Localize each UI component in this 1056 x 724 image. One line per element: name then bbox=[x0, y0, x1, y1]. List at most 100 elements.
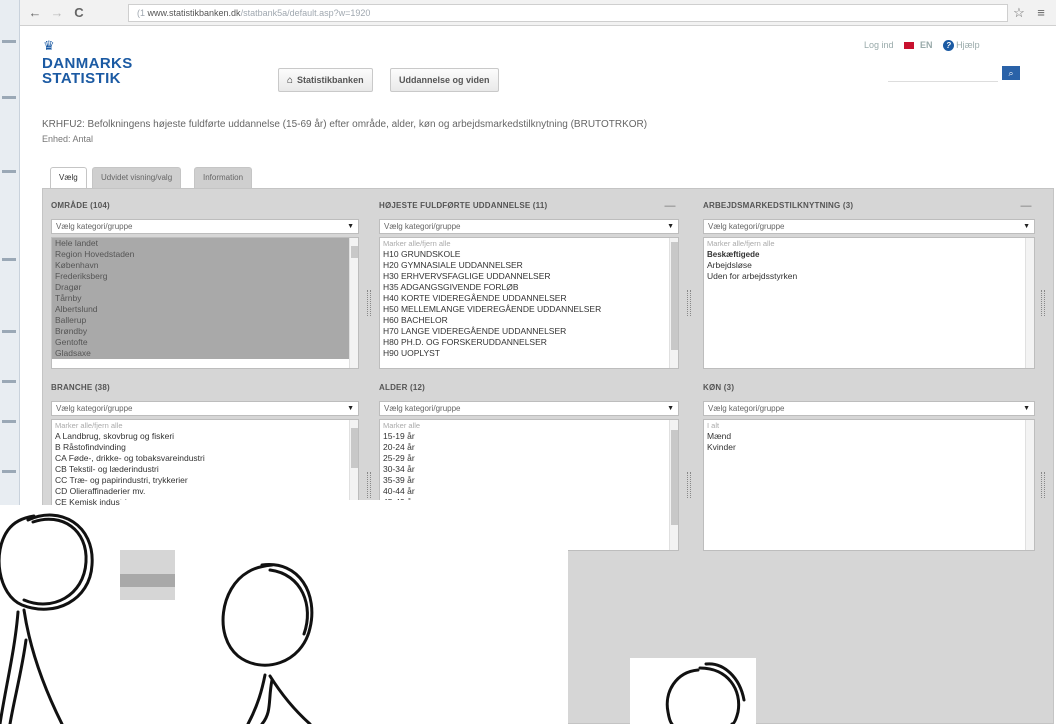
nav-statistikbanken-button[interactable]: ⌂ Statistikbanken bbox=[278, 68, 373, 92]
reload-icon[interactable]: C bbox=[70, 4, 88, 22]
tab-information[interactable]: Information bbox=[194, 167, 253, 189]
value-listbox[interactable]: Marker alle/fjern alle Beskæftigede Arbejd… bbox=[703, 237, 1035, 369]
list-item[interactable]: CE Kemisk industri bbox=[52, 497, 358, 508]
list-item[interactable]: Hele landet bbox=[52, 238, 358, 249]
list-item[interactable]: Dragør bbox=[52, 282, 358, 293]
list-item[interactable]: København bbox=[52, 260, 358, 271]
back-arrow-icon[interactable]: ← bbox=[26, 4, 44, 22]
list-item[interactable]: CH Metalindustri bbox=[52, 530, 358, 541]
resize-handle[interactable] bbox=[1041, 472, 1045, 498]
list-item[interactable]: Ballerup bbox=[52, 315, 358, 326]
resize-handle[interactable] bbox=[367, 290, 371, 316]
value-listbox[interactable]: Marker alle 15-19 år 20-24 år 25-29 år 30-34… bbox=[379, 419, 679, 551]
scrollbar-thumb[interactable] bbox=[351, 428, 358, 468]
bookmark-star-icon[interactable]: ☆ bbox=[1010, 4, 1028, 22]
scrollbar[interactable] bbox=[1025, 420, 1034, 550]
site-logo[interactable]: DANMARKS STATISTIK bbox=[42, 56, 182, 86]
list-item[interactable]: 50-54 år bbox=[380, 508, 678, 519]
list-item[interactable]: H20 GYMNASIALE UDDANNELSER bbox=[380, 260, 678, 271]
scrollbar[interactable] bbox=[349, 420, 358, 550]
list-item[interactable]: H35 ADGANGSGIVENDE FORLØB bbox=[380, 282, 678, 293]
category-select[interactable]: Vælg kategori/gruppe ▼ bbox=[703, 401, 1035, 416]
list-item[interactable]: H30 ERHVERVSFAGLIGE UDDANNELSER bbox=[380, 271, 678, 282]
scrollbar-thumb[interactable] bbox=[671, 242, 678, 350]
list-item[interactable]: 30-34 år bbox=[380, 464, 678, 475]
list-item[interactable]: Beskæftigede bbox=[704, 249, 1034, 260]
category-select[interactable]: Vælg kategori/gruppe ▼ bbox=[379, 401, 679, 416]
list-item[interactable]: 45-49 år bbox=[380, 497, 678, 508]
list-item[interactable]: CG Plast-, glas- og betonindustri bbox=[52, 519, 358, 530]
list-item[interactable]: Kvinder bbox=[704, 442, 1034, 453]
list-item[interactable]: Gentofte bbox=[52, 337, 358, 348]
help-link[interactable]: ? Hjælp bbox=[943, 40, 988, 51]
scrollbar[interactable] bbox=[669, 420, 678, 550]
scrollbar[interactable] bbox=[1025, 238, 1034, 368]
chevron-down-icon: ▼ bbox=[1023, 405, 1030, 412]
select-all-item[interactable]: Marker alle/fjern alle bbox=[704, 238, 1034, 249]
scrollbar[interactable] bbox=[669, 238, 678, 368]
collapse-icon[interactable]: — bbox=[1019, 201, 1033, 213]
list-item[interactable]: A Landbrug, skovbrug og fiskeri bbox=[52, 431, 358, 442]
list-item[interactable]: Region Hovedstaden bbox=[52, 249, 358, 260]
list-item[interactable]: H60 BACHELOR bbox=[380, 315, 678, 326]
list-item[interactable]: CC Træ- og papirindustri, trykkerier bbox=[52, 475, 358, 486]
address-bar[interactable]: (1 www.statistikbanken.dk/statbank5a/def… bbox=[128, 4, 1008, 22]
list-item[interactable]: H70 LANGE VIDEREGÅENDE UDDANNELSER bbox=[380, 326, 678, 337]
list-item[interactable]: CB Tekstil- og læderindustri bbox=[52, 464, 358, 475]
resize-handle[interactable] bbox=[687, 290, 691, 316]
list-item[interactable]: CD Olieraffinaderier mv. bbox=[52, 486, 358, 497]
list-item[interactable]: 25-29 år bbox=[380, 453, 678, 464]
language-switch[interactable]: EN bbox=[904, 40, 933, 50]
category-select[interactable]: Vælg kategori/gruppe ▼ bbox=[51, 401, 359, 416]
chevron-down-icon: ▼ bbox=[667, 223, 674, 230]
forward-arrow-icon[interactable]: → bbox=[48, 4, 66, 22]
list-item[interactable]: Mænd bbox=[704, 431, 1034, 442]
list-item[interactable]: H50 MELLEMLANGE VIDEREGÅENDE UDDANNELSER bbox=[380, 304, 678, 315]
list-item[interactable]: Frederiksberg bbox=[52, 271, 358, 282]
list-item[interactable]: H90 UOPLYST bbox=[380, 348, 678, 359]
select-all-item[interactable]: Marker alle/fjern alle bbox=[52, 420, 358, 431]
category-select[interactable]: Vælg kategori/gruppe ▼ bbox=[703, 219, 1035, 234]
list-item[interactable]: Gladsaxe bbox=[52, 348, 358, 359]
list-item[interactable]: Brøndby bbox=[52, 326, 358, 337]
list-item[interactable]: 15-19 år bbox=[380, 431, 678, 442]
search-icon[interactable]: ⌕ bbox=[1002, 66, 1020, 80]
list-item[interactable]: CF Medicinalindustri bbox=[52, 508, 358, 519]
tab-select[interactable]: Vælg bbox=[50, 167, 87, 189]
resize-handle[interactable] bbox=[687, 472, 691, 498]
list-item[interactable]: H40 KORTE VIDEREGÅENDE UDDANNELSER bbox=[380, 293, 678, 304]
value-listbox[interactable]: I alt Mænd Kvinder bbox=[703, 419, 1035, 551]
list-item[interactable]: Albertslund bbox=[52, 304, 358, 315]
list-item[interactable]: 40-44 år bbox=[380, 486, 678, 497]
login-link[interactable]: Log ind bbox=[864, 40, 894, 50]
list-item[interactable]: H10 GRUNDSKOLE bbox=[380, 249, 678, 260]
list-item[interactable]: CA Føde-, drikke- og tobaksvareindustri bbox=[52, 453, 358, 464]
list-item[interactable]: H80 PH.D. OG FORSKERUDDANNELSER bbox=[380, 337, 678, 348]
category-select[interactable]: Vælg kategori/gruppe ▼ bbox=[379, 219, 679, 234]
value-listbox[interactable]: Marker alle/fjern alle A Landbrug, skovbr… bbox=[51, 419, 359, 551]
list-item[interactable]: Uden for arbejdsstyrken bbox=[704, 271, 1034, 282]
browser-menu-icon[interactable]: ≡ bbox=[1032, 4, 1050, 22]
scrollbar[interactable] bbox=[349, 238, 358, 368]
list-item[interactable]: 35-39 år bbox=[380, 475, 678, 486]
list-item[interactable]: 20-24 år bbox=[380, 442, 678, 453]
tab-extended-view[interactable]: Udvidet visning/valg bbox=[92, 167, 182, 189]
list-item[interactable]: Tårnby bbox=[52, 293, 358, 304]
select-all-item[interactable]: I alt bbox=[704, 420, 1034, 431]
value-listbox[interactable]: Hele landet Region Hovedstaden København Fr… bbox=[51, 237, 359, 369]
list-item[interactable]: Arbejdsløse bbox=[704, 260, 1034, 271]
search-input[interactable] bbox=[888, 64, 998, 82]
list-item[interactable]: B Råstofindvinding bbox=[52, 442, 358, 453]
scrollbar-thumb[interactable] bbox=[351, 246, 358, 258]
list-item[interactable]: 60-64 år bbox=[380, 530, 678, 541]
select-all-item[interactable]: Marker alle bbox=[380, 420, 678, 431]
resize-handle[interactable] bbox=[1041, 290, 1045, 316]
category-select[interactable]: Vælg kategori/gruppe ▼ bbox=[51, 219, 359, 234]
value-listbox[interactable]: Marker alle/fjern alle H10 GRUNDSKOLE H20 … bbox=[379, 237, 679, 369]
scrollbar-thumb[interactable] bbox=[671, 430, 678, 525]
select-all-item[interactable]: Marker alle/fjern alle bbox=[380, 238, 678, 249]
resize-handle[interactable] bbox=[367, 472, 371, 498]
nav-education-button[interactable]: Uddannelse og viden bbox=[390, 68, 499, 92]
collapse-icon[interactable]: — bbox=[663, 201, 677, 213]
list-item[interactable]: 55-59 år bbox=[380, 519, 678, 530]
